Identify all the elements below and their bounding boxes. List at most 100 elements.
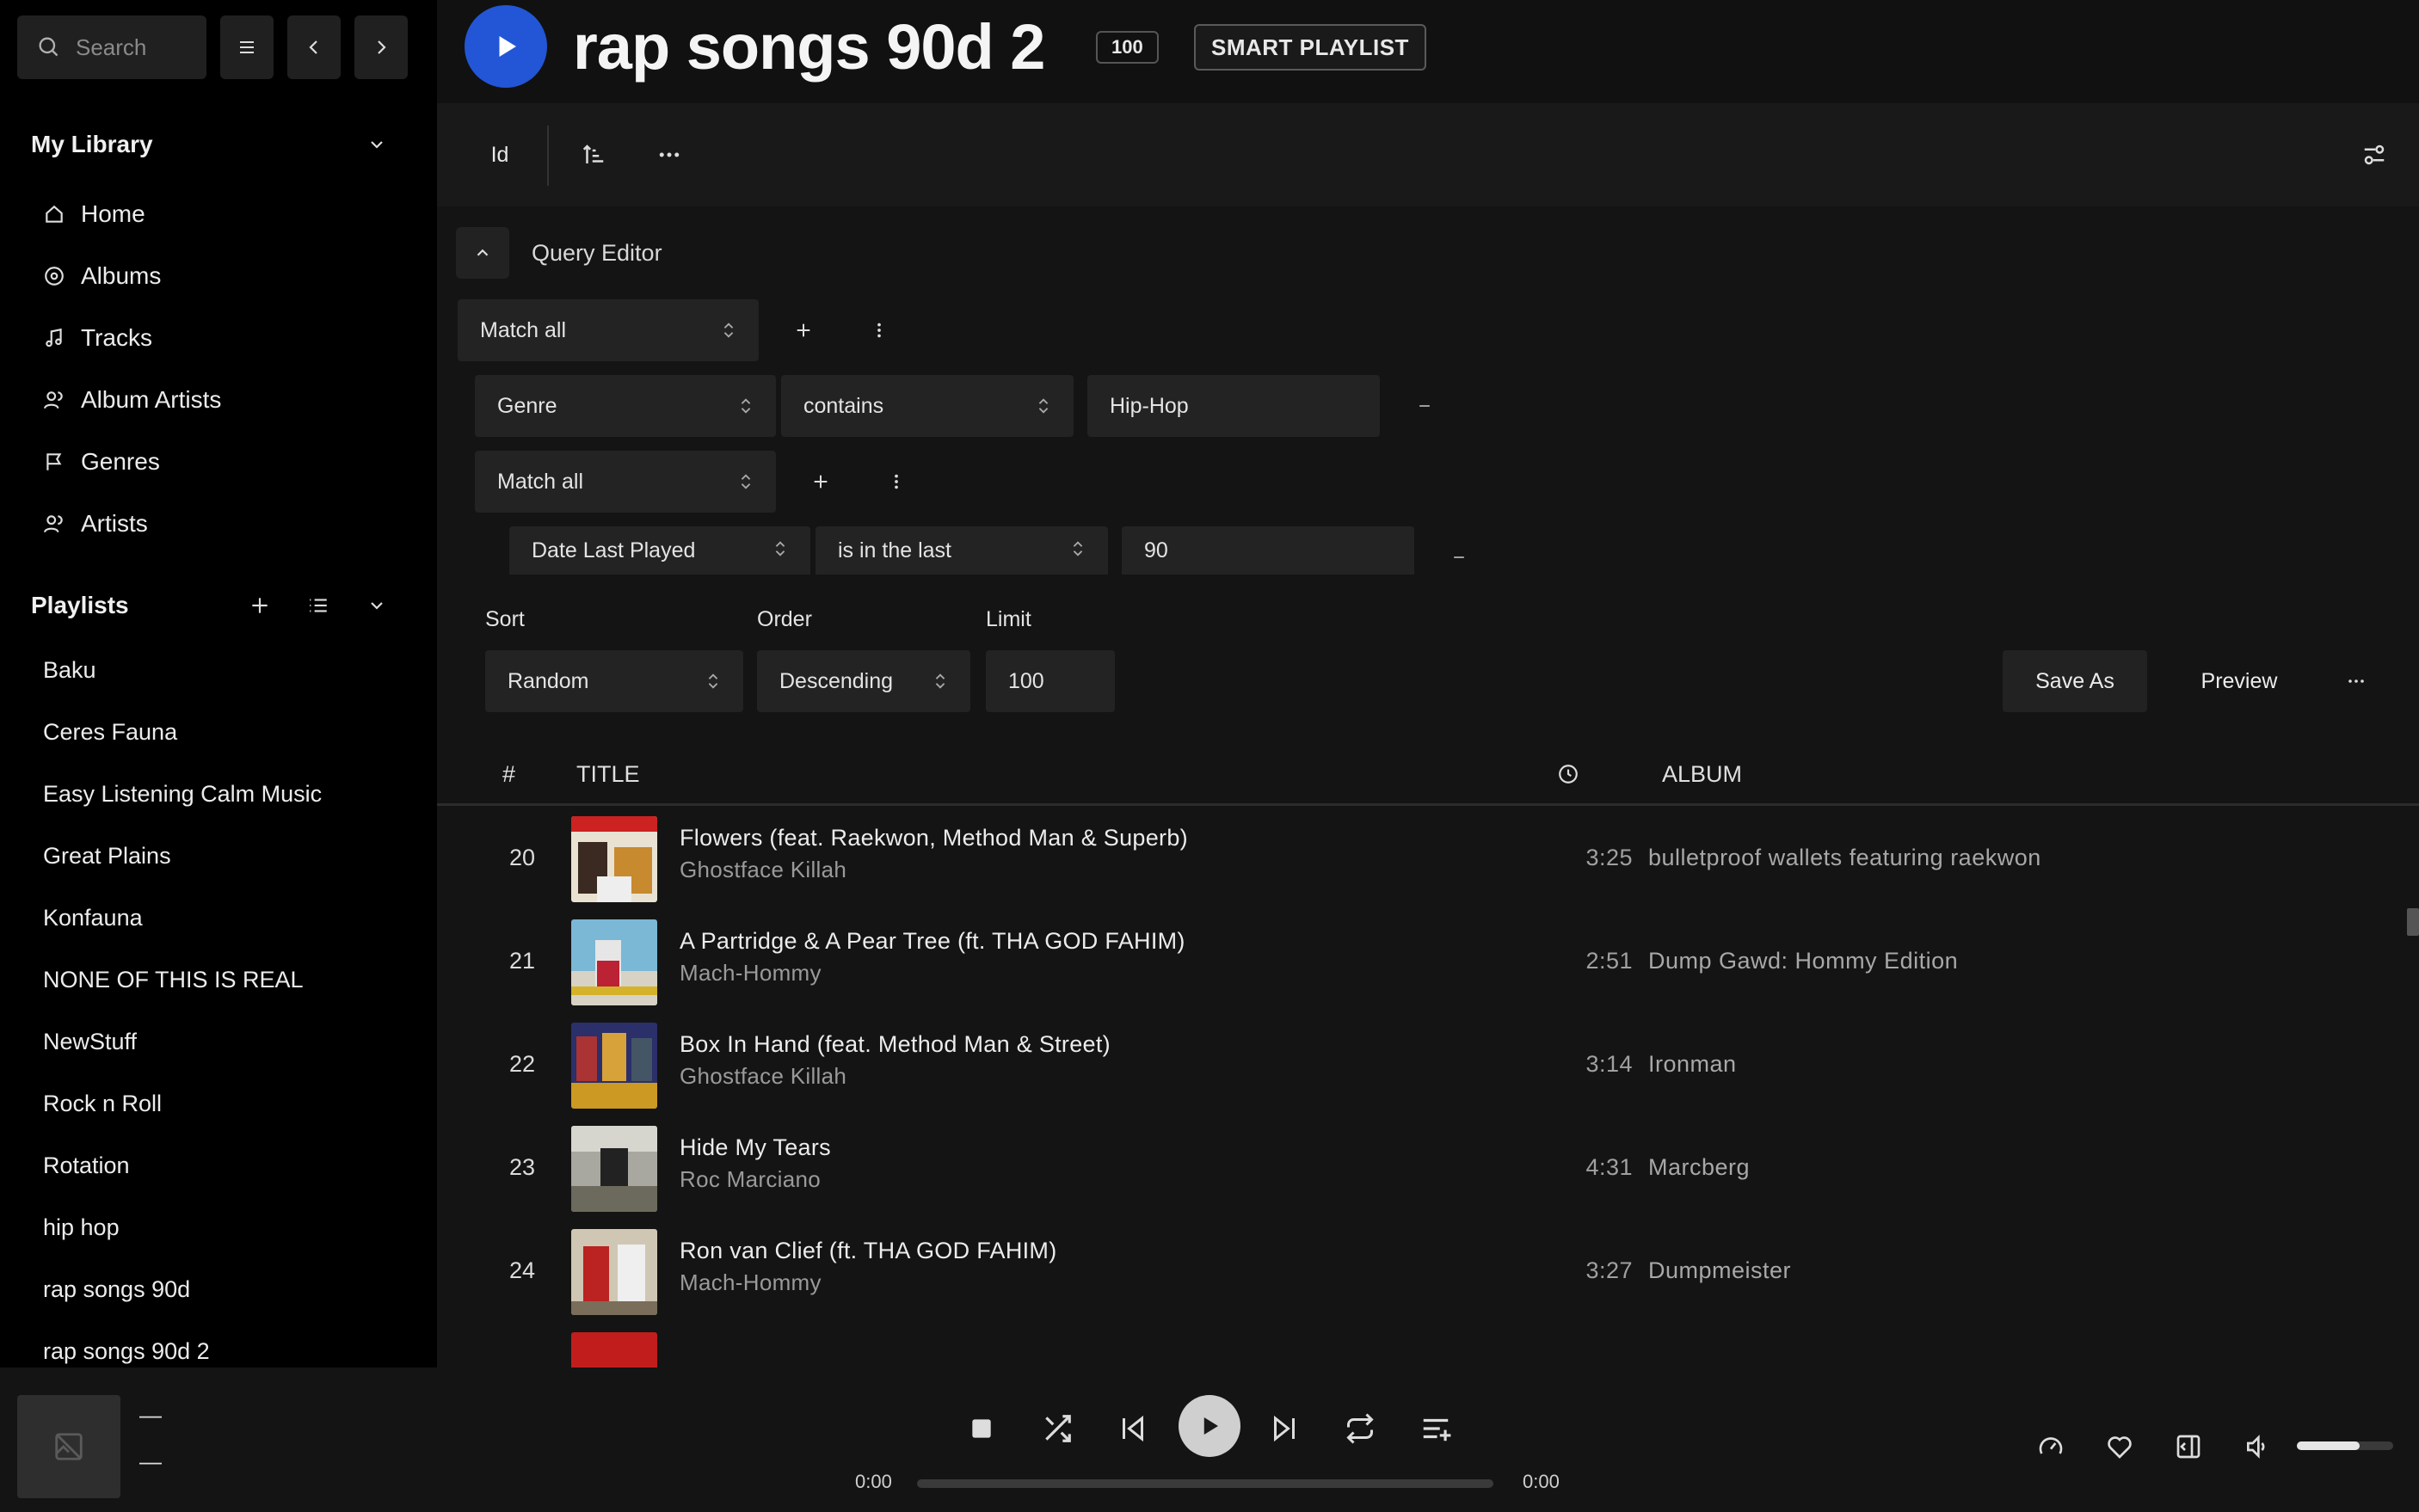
playlist-item[interactable]: Ceres Fauna: [43, 701, 413, 763]
album-art[interactable]: [571, 1229, 657, 1315]
track-album[interactable]: Dumpmeister: [1648, 1219, 1791, 1322]
play-button[interactable]: [1179, 1395, 1240, 1457]
match-select[interactable]: Match all: [458, 299, 759, 361]
nested-match-select[interactable]: Match all: [475, 451, 776, 513]
progress-bar[interactable]: [917, 1479, 1493, 1488]
playlist-item[interactable]: Rotation: [43, 1134, 413, 1196]
table-row[interactable]: 24 Ron van Clief (ft. THA GOD FAHIM) Mac…: [437, 1219, 2381, 1322]
add-rule-button[interactable]: [778, 304, 829, 356]
playlists-collapse-button[interactable]: [348, 580, 406, 631]
rule-value-input[interactable]: 90: [1122, 526, 1414, 575]
rule-operator-select[interactable]: is in the last: [816, 526, 1108, 575]
nav-item-genres[interactable]: Genres: [31, 431, 409, 493]
stop-button[interactable]: [951, 1398, 1012, 1459]
more-options-button[interactable]: [643, 129, 695, 181]
nav-item-albums[interactable]: Albums: [31, 245, 409, 307]
table-settings-button[interactable]: [2348, 129, 2400, 181]
column-header-title[interactable]: TITLE: [576, 745, 640, 803]
column-header-album[interactable]: ALBUM: [1662, 745, 1742, 803]
menu-button[interactable]: [220, 15, 274, 79]
toggle-side-panel-button[interactable]: [2163, 1421, 2214, 1472]
album-art[interactable]: [571, 919, 657, 1005]
playlist-item[interactable]: Rock n Roll: [43, 1073, 413, 1134]
playlist-item[interactable]: NewStuff: [43, 1011, 413, 1073]
nav-item-home[interactable]: Home: [31, 183, 409, 245]
playlist-item[interactable]: hip hop: [43, 1196, 413, 1258]
now-playing-art[interactable]: [17, 1395, 120, 1498]
shuffle-button[interactable]: [1027, 1398, 1087, 1459]
track-artist[interactable]: Roc Marciano: [680, 1166, 821, 1193]
album-art[interactable]: [571, 816, 657, 902]
playlist-list-view-button[interactable]: [289, 580, 348, 631]
search-box[interactable]: [17, 15, 206, 79]
track-title[interactable]: Ron van Clief (ft. THA GOD FAHIM): [680, 1238, 1057, 1264]
preview-button[interactable]: Preview: [2166, 650, 2312, 712]
sort-select[interactable]: Random: [485, 650, 743, 712]
track-title[interactable]: A Partridge & A Pear Tree (ft. THA GOD F…: [680, 928, 1185, 955]
rule-field-select[interactable]: Date Last Played: [509, 526, 810, 575]
playlist-item[interactable]: Baku: [43, 639, 413, 701]
album-art[interactable]: [571, 1126, 657, 1212]
repeat-button[interactable]: [1330, 1398, 1390, 1459]
playlist-item[interactable]: Easy Listening Calm Music: [43, 763, 413, 825]
query-more-button[interactable]: [2326, 650, 2386, 712]
table-row[interactable]: 22 Box In Hand (feat. Method Man & Stree…: [437, 1012, 2381, 1116]
album-art[interactable]: [571, 1023, 657, 1109]
forward-button[interactable]: [354, 15, 408, 79]
track-artist[interactable]: Mach-Hommy: [680, 1269, 822, 1296]
search-input[interactable]: [76, 15, 196, 79]
queue-button[interactable]: [1406, 1398, 1466, 1459]
table-row[interactable]: 23 Hide My Tears Roc Marciano 4:31 Marcb…: [437, 1116, 2381, 1219]
nav-item-artists[interactable]: Artists: [31, 493, 409, 555]
previous-button[interactable]: [1103, 1398, 1163, 1459]
back-button[interactable]: [287, 15, 341, 79]
track-artist[interactable]: Ghostface Killah: [680, 857, 846, 883]
track-album[interactable]: Ironman: [1648, 1012, 1737, 1116]
scrollbar-thumb[interactable]: [2407, 908, 2419, 936]
add-nested-rule-button[interactable]: [795, 456, 846, 507]
order-select[interactable]: Descending: [757, 650, 970, 712]
track-album[interactable]: bulletproof wallets featuring raekwon: [1648, 806, 2041, 909]
track-artist[interactable]: Ghostface Killah: [680, 1063, 846, 1090]
sort-by-id-button[interactable]: Id: [470, 129, 530, 181]
nested-group-options-button[interactable]: [871, 456, 922, 507]
album-art[interactable]: [571, 1332, 657, 1368]
volume-slider[interactable]: [2297, 1441, 2393, 1450]
next-button[interactable]: [1254, 1398, 1314, 1459]
playlist-item[interactable]: rap songs 90d: [43, 1258, 413, 1320]
favorite-button[interactable]: [2094, 1421, 2145, 1472]
mute-button[interactable]: [2231, 1421, 2283, 1472]
column-header-number[interactable]: #: [502, 745, 515, 803]
play-playlist-button[interactable]: [465, 5, 547, 88]
table-row-partial[interactable]: [437, 1322, 2381, 1368]
nav-item-album-artists[interactable]: Album Artists: [31, 369, 409, 431]
track-title[interactable]: Box In Hand (feat. Method Man & Street): [680, 1031, 1111, 1058]
playlist-item[interactable]: Konfauna: [43, 887, 413, 949]
playlist-item[interactable]: Great Plains: [43, 825, 413, 887]
limit-input[interactable]: 100: [986, 650, 1115, 712]
playlist-item[interactable]: rap songs 90d 2: [43, 1320, 413, 1368]
save-as-button[interactable]: Save As: [2003, 650, 2147, 712]
query-editor-toggle[interactable]: [456, 227, 509, 279]
library-collapse-button[interactable]: [348, 119, 406, 170]
minus-icon: [1416, 397, 1433, 415]
track-title[interactable]: Flowers (feat. Raekwon, Method Man & Sup…: [680, 825, 1188, 851]
rule-value-input[interactable]: Hip-Hop: [1087, 375, 1380, 437]
add-playlist-button[interactable]: [231, 580, 289, 631]
rule-field-select[interactable]: Genre: [475, 375, 776, 437]
table-row[interactable]: 21 A Partridge & A Pear Tree (ft. THA GO…: [437, 909, 2381, 1012]
track-album[interactable]: Dump Gawd: Hommy Edition: [1648, 909, 1958, 1012]
nav-item-tracks[interactable]: Tracks: [31, 307, 409, 369]
remove-rule-button[interactable]: [1399, 380, 1450, 432]
column-header-duration[interactable]: [1557, 745, 1579, 803]
track-album[interactable]: Marcberg: [1648, 1116, 1750, 1219]
playlist-item[interactable]: NONE OF THIS IS REAL: [43, 949, 413, 1011]
remove-rule-button[interactable]: [1433, 532, 1485, 583]
group-options-button[interactable]: [853, 304, 905, 356]
table-row[interactable]: 20 Flowers (feat. Raekwon, Method Man & …: [437, 806, 2381, 909]
track-artist[interactable]: Mach-Hommy: [680, 960, 822, 986]
playback-speed-button[interactable]: [2025, 1421, 2077, 1472]
track-title[interactable]: Hide My Tears: [680, 1134, 831, 1161]
sort-order-button[interactable]: [568, 129, 619, 181]
rule-operator-select[interactable]: contains: [781, 375, 1074, 437]
